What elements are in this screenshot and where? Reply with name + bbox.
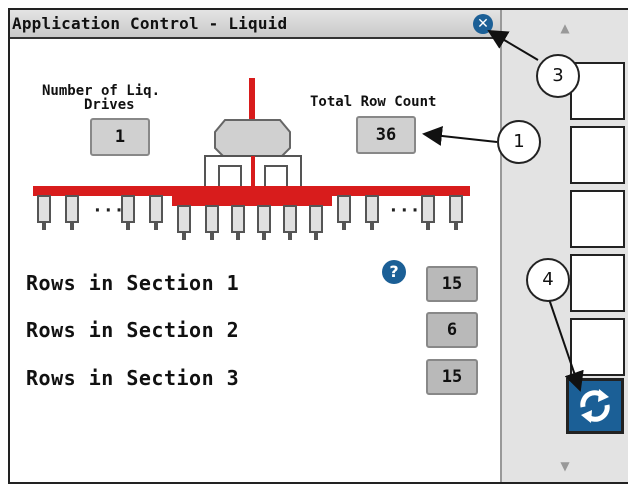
callout-1: 1	[497, 120, 541, 164]
callout-4-arrow	[547, 295, 584, 392]
callout-3: 3	[536, 54, 580, 98]
callout-4: 4	[526, 258, 570, 302]
callout-1-arrow	[422, 126, 498, 146]
callout-3-arrow	[487, 29, 539, 61]
